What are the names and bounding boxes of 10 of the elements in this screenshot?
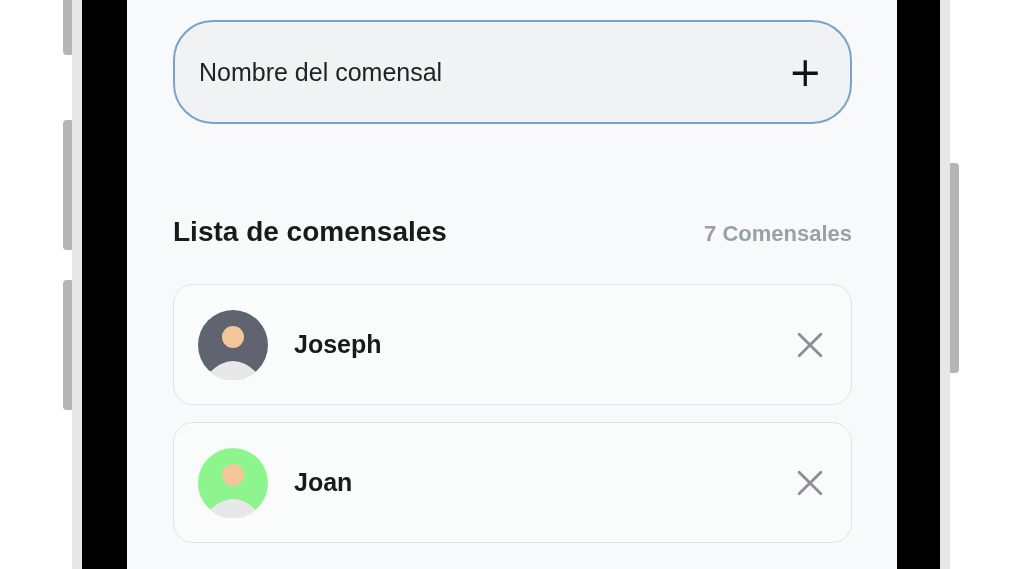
add-button[interactable]: + — [788, 52, 822, 92]
diner-name: Joan — [294, 468, 354, 497]
diner-name-field[interactable]: Nombre del comensal + — [173, 20, 852, 124]
avatar-icon — [198, 447, 268, 518]
close-icon[interactable] — [797, 469, 823, 496]
diner-count: 7 Comensales — [704, 221, 852, 247]
diner-name: Joseph — [294, 330, 383, 359]
list-title: Lista de comensales — [173, 216, 447, 248]
close-icon[interactable] — [797, 331, 823, 358]
avatar-icon — [198, 309, 268, 380]
